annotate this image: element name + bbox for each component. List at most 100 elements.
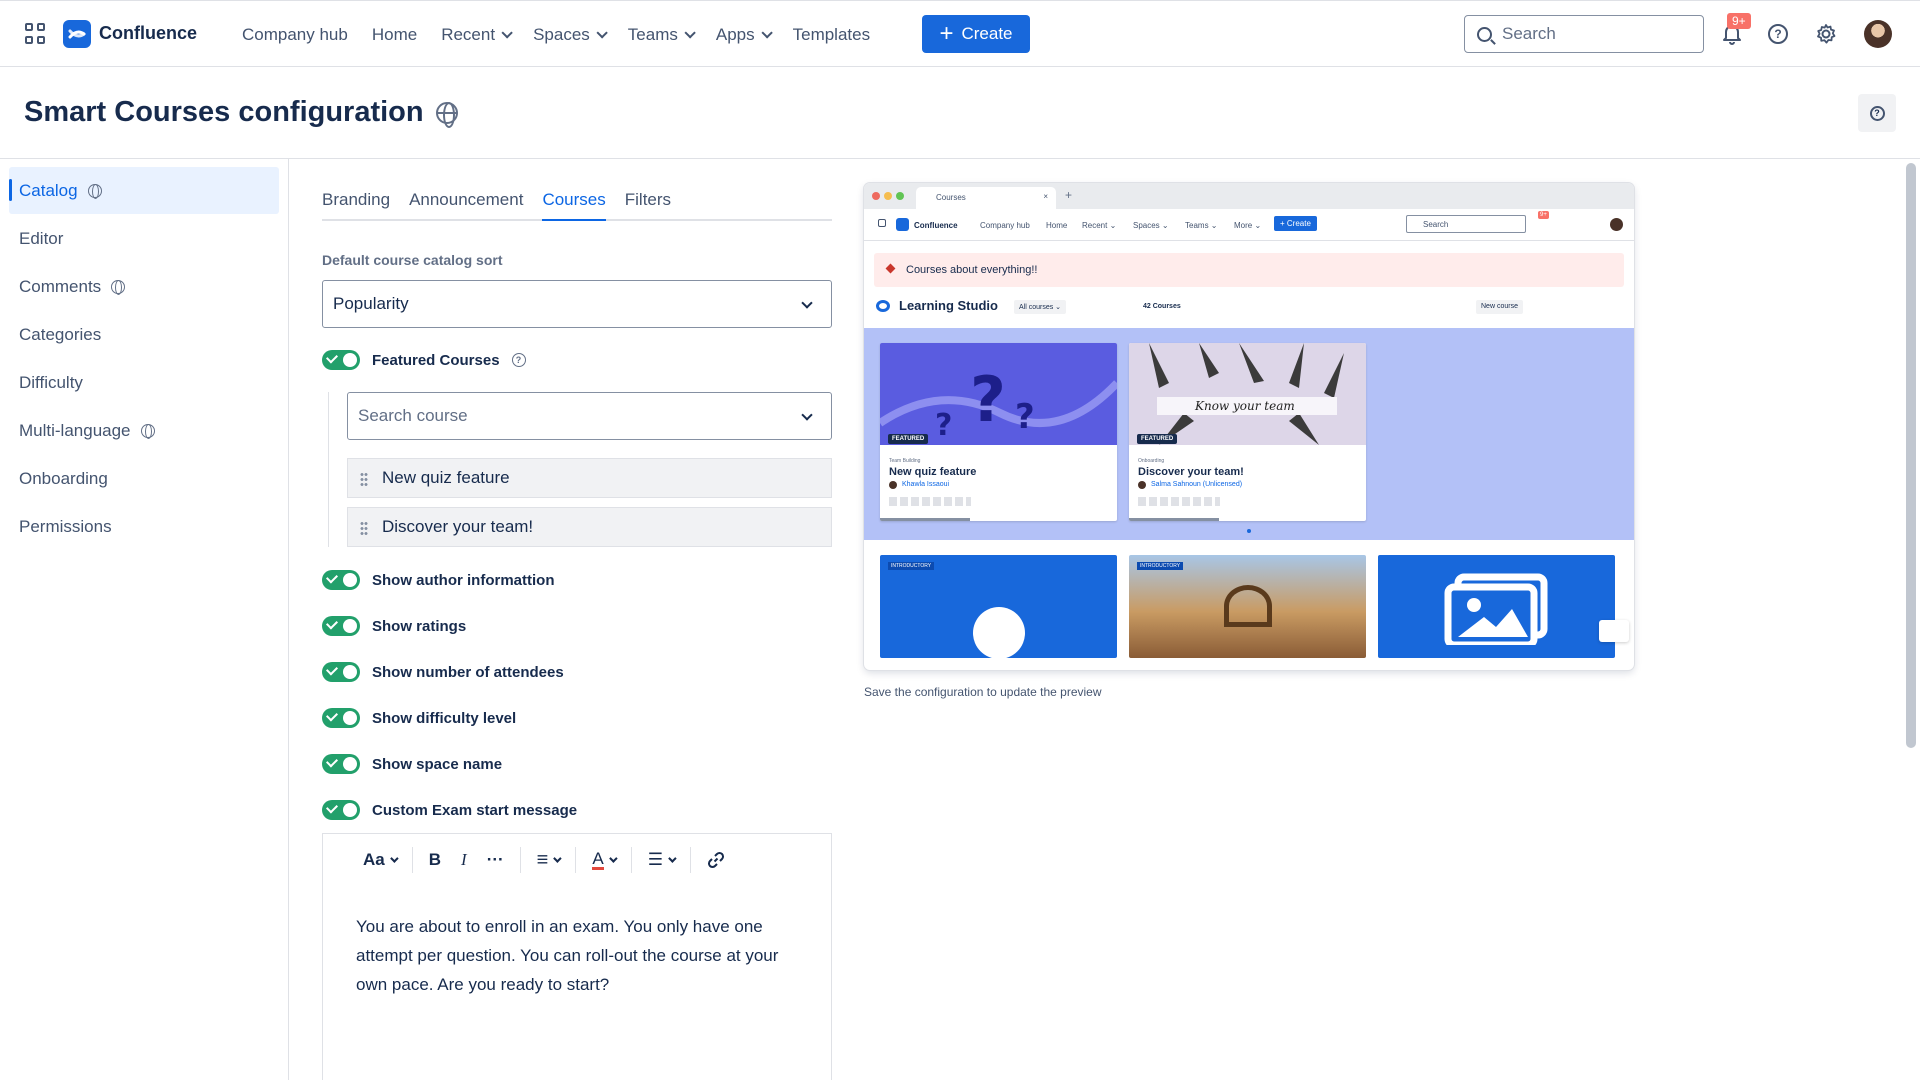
chevron-down-icon (596, 26, 608, 39)
sidebar-item-comments[interactable]: Comments (9, 263, 279, 310)
toggle-label: Show difficulty level (372, 709, 517, 727)
carousel-illustration (1224, 585, 1272, 627)
chevron-down-icon (608, 854, 618, 863)
show-author-toggle[interactable] (322, 570, 360, 590)
link-button[interactable] (697, 851, 735, 869)
preview-course-card: Know your team FEATURED Onboarding Disco… (1129, 343, 1366, 521)
user-avatar[interactable] (1864, 20, 1892, 48)
page-title: Smart Courses configuration (24, 96, 458, 129)
minimize-dot (884, 192, 892, 200)
show-space-name-toggle[interactable] (322, 754, 360, 774)
preview-course-card-introductory: INTRODUCTORY (1129, 555, 1366, 658)
text-color-button[interactable]: A (582, 850, 624, 870)
show-ratings-toggle[interactable] (322, 616, 360, 636)
nav-label: Recent (441, 24, 496, 44)
show-attendees-toggle[interactable] (322, 662, 360, 682)
svg-text:?: ? (935, 408, 952, 443)
show-difficulty-toggle[interactable] (322, 708, 360, 728)
alignment-button[interactable]: ≡ (527, 849, 570, 872)
more-formatting-button[interactable]: ··· (477, 850, 514, 870)
author-avatar (889, 481, 897, 489)
know-your-team-text: Know your team (1194, 399, 1295, 413)
toggle-label: Custom Exam start message (372, 801, 578, 819)
scrollbar-thumb[interactable] (1906, 163, 1916, 748)
toolbar-divider (411, 847, 413, 873)
image-placeholder-icon (1444, 573, 1548, 645)
text-style-button[interactable]: Aa (353, 850, 406, 870)
search-course-select[interactable]: Search course (347, 392, 832, 440)
preview-nav-item: Teams ⌄ (1185, 221, 1218, 230)
preview-nav-item: Spaces ⌄ (1133, 221, 1169, 230)
tab-filters[interactable]: Filters (625, 190, 671, 221)
hands-thumbnail: Know your team (1129, 343, 1366, 445)
list-button[interactable]: ☰ (638, 850, 684, 870)
globe-icon (87, 183, 102, 199)
top-navigation: Confluence Company hub Home Recent Space… (0, 0, 1920, 67)
sidebar-item-label: Categories (19, 324, 102, 344)
chevron-down-icon (389, 854, 399, 863)
nav-recent[interactable]: Recent (429, 15, 521, 55)
nav-templates[interactable]: Templates (781, 15, 882, 55)
drag-handle-icon[interactable] (360, 472, 368, 486)
nav-label: Spaces (533, 24, 590, 44)
search-input[interactable]: Search (1464, 15, 1704, 53)
new-tab-icon: + (1065, 188, 1073, 202)
toggle-row-author: Show author informattion (322, 570, 554, 590)
preview-browser-chrome: Courses × + (864, 183, 1634, 209)
bold-button[interactable]: B (419, 850, 451, 870)
introductory-tag: INTRODUCTORY (888, 562, 935, 570)
text-style-icon: Aa (363, 850, 385, 869)
toolbar-divider (689, 847, 691, 873)
quiz-thumbnail: ? ? ? (880, 343, 1117, 445)
toggle-label: Show ratings (372, 617, 467, 635)
brand-name[interactable]: Confluence (99, 23, 197, 44)
italic-button[interactable]: I (451, 850, 477, 870)
sidebar-item-label: Catalog (19, 180, 78, 200)
carousel-dot (1247, 529, 1251, 533)
sort-select[interactable]: Popularity (322, 280, 832, 328)
featured-course-item[interactable]: Discover your team! (347, 507, 832, 547)
help-icon: ? (1869, 105, 1885, 121)
featured-course-title: New quiz feature (382, 468, 510, 487)
custom-exam-message-toggle[interactable] (322, 800, 360, 820)
chevron-down-icon (684, 26, 696, 39)
help-icon[interactable]: ? (1768, 24, 1788, 44)
tab-courses[interactable]: Courses (542, 190, 606, 221)
tab-announcement[interactable]: Announcement (409, 190, 523, 221)
nav-home[interactable]: Home (360, 15, 429, 55)
more-icon: ··· (486, 850, 504, 869)
page-help-button[interactable]: ? (1858, 94, 1896, 132)
nav-spaces[interactable]: Spaces (521, 15, 616, 55)
confluence-logo-icon[interactable] (63, 20, 91, 48)
app-switcher-icon[interactable] (25, 23, 47, 45)
nav-company-hub[interactable]: Company hub (230, 15, 360, 55)
svg-text:?: ? (1015, 397, 1035, 437)
confluence-logo-icon (896, 218, 909, 231)
exam-message-text[interactable]: You are about to enroll in an exam. You … (356, 912, 806, 999)
create-button[interactable]: + Create (922, 15, 1030, 53)
sidebar-item-onboarding[interactable]: Onboarding (9, 455, 279, 502)
toggle-label: Show space name (372, 755, 503, 773)
settings-gear-icon[interactable] (1815, 23, 1837, 45)
card-author: Khawla Issaoui (902, 481, 950, 488)
preview-nav-item: More ⌄ (1234, 221, 1262, 230)
toolbar-divider (575, 847, 577, 873)
sidebar-item-categories[interactable]: Categories (9, 311, 279, 358)
tab-branding[interactable]: Branding (322, 190, 390, 221)
preview-nav-item: Home (1046, 221, 1068, 230)
sidebar-item-difficulty[interactable]: Difficulty (9, 359, 279, 406)
drag-handle-icon[interactable] (360, 521, 368, 535)
featured-courses-toggle[interactable] (322, 350, 360, 370)
featured-course-item[interactable]: New quiz feature (347, 458, 832, 498)
nav-teams[interactable]: Teams (616, 15, 704, 55)
help-icon[interactable]: ? (511, 353, 526, 367)
sidebar-item-editor[interactable]: Editor (9, 215, 279, 262)
nav-apps[interactable]: Apps (704, 15, 781, 55)
catalog-preview: Courses × + Confluence Company hub Home R… (864, 183, 1634, 670)
sidebar-item-catalog[interactable]: Catalog (9, 167, 279, 214)
preview-course-count: 42 Courses (1143, 303, 1181, 310)
config-tabs: Branding Announcement Courses Filters (322, 190, 832, 221)
chevron-down-icon (801, 297, 813, 309)
sidebar-item-multi-language[interactable]: Multi-language (9, 407, 279, 454)
sidebar-item-permissions[interactable]: Permissions (9, 503, 279, 550)
